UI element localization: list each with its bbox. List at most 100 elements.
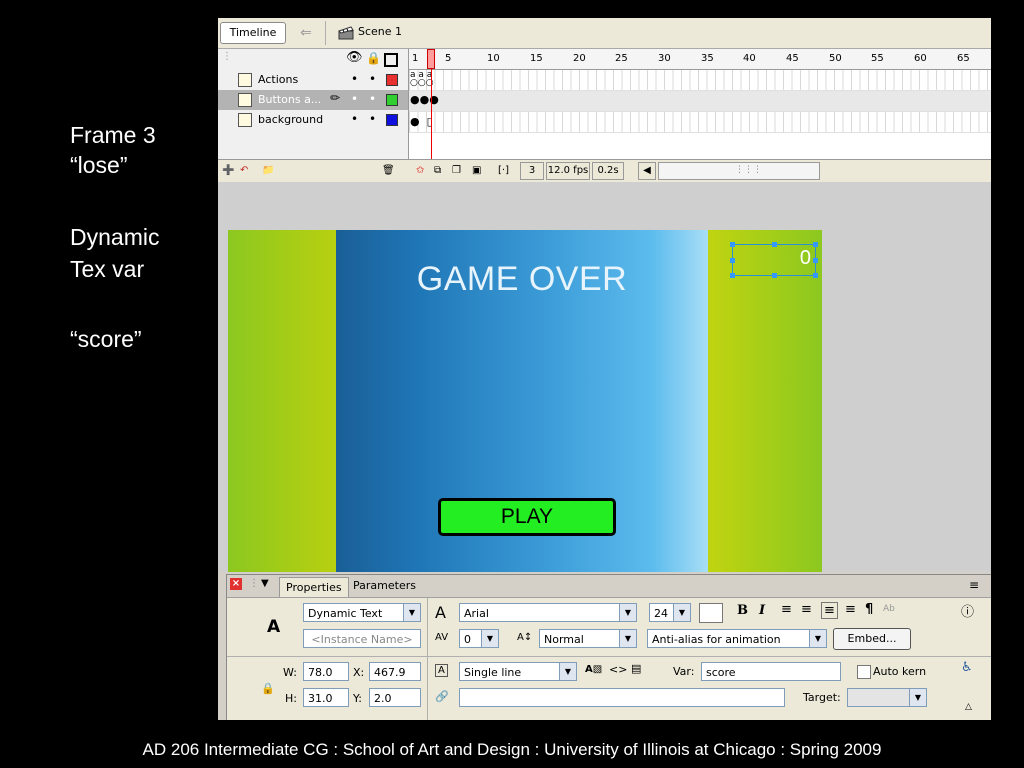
width-field[interactable]: 78.0	[303, 662, 349, 681]
line-type-select[interactable]: Single line ▼	[459, 662, 577, 681]
html-render-icon[interactable]: <>	[609, 663, 627, 676]
letter-spacing-select[interactable]: 0 ▼	[459, 629, 499, 648]
playhead[interactable]	[427, 49, 435, 69]
note-frame: Frame 3	[70, 122, 156, 148]
add-layer-icon[interactable]: ➕	[222, 163, 234, 178]
score-text-field[interactable]: 0	[730, 242, 818, 278]
add-folder-icon[interactable]: 📁	[262, 163, 274, 178]
trash-icon[interactable]: 🗑	[382, 163, 395, 178]
font-select[interactable]: Arial ▼	[459, 603, 637, 622]
font-size-value: 24	[654, 607, 668, 620]
grip-icon[interactable]: ⋮	[222, 51, 232, 62]
selectable-icon[interactable]: A▧	[585, 664, 602, 675]
selection-handle[interactable]	[772, 273, 777, 278]
note-score: “score”	[70, 326, 142, 352]
help-icon[interactable]: ⓘ	[961, 601, 974, 620]
lock-icon[interactable]: 🔒	[366, 51, 381, 65]
chevron-down-icon: ▼	[619, 604, 636, 621]
center-frame-icon[interactable]: ✩	[416, 163, 424, 178]
onion-markers-icon[interactable]: [·]	[498, 163, 509, 178]
play-button[interactable]: PLAY	[438, 498, 616, 536]
onion-skin-icon[interactable]: ⧉	[434, 163, 441, 178]
scroll-left-icon[interactable]: ◀	[638, 162, 656, 180]
timeline-scrollbar[interactable]: ⋮⋮⋮	[658, 162, 820, 180]
letter-spacing-icon: A​V	[435, 632, 449, 643]
y-field[interactable]: 2.0	[369, 688, 421, 707]
tab-parameters[interactable]: Parameters	[353, 579, 416, 592]
layer-color-swatch[interactable]	[386, 94, 398, 106]
frames-grid[interactable]: 1 5 10 15 20 25 30 35 40 45 50 55 60 65 …	[408, 49, 991, 159]
expand-icon[interactable]: △	[965, 702, 972, 712]
selection-handle[interactable]	[730, 258, 735, 263]
selection-handle[interactable]	[730, 242, 735, 247]
scene-label[interactable]: Scene 1	[358, 25, 402, 38]
italic-icon[interactable]: I	[759, 603, 765, 618]
slide-footer: AD 206 Intermediate CG : School of Art a…	[142, 740, 882, 759]
onion-outline-icon[interactable]: ❐	[452, 163, 461, 178]
align-right-icon[interactable]: ≡	[821, 602, 838, 619]
back-arrow-icon[interactable]: ⇐	[295, 24, 317, 42]
justify-icon[interactable]: ≡	[845, 602, 856, 617]
stage[interactable]: GAME OVER PLAY 0	[228, 230, 822, 572]
layer-row-background[interactable]: background • •	[218, 110, 408, 130]
align-left-icon[interactable]: ≡	[781, 602, 792, 617]
bold-icon[interactable]: B	[737, 603, 748, 618]
tab-properties[interactable]: Properties	[279, 577, 349, 597]
character-position-select[interactable]: Normal ▼	[539, 629, 637, 648]
selection-handle[interactable]	[813, 258, 818, 263]
flash-window: Timeline ⇐ Scene 1 ⋮ 👁 🔒 Actions • • But…	[218, 18, 991, 720]
layer-row-buttons[interactable]: Buttons a... ✏ • •	[218, 90, 408, 110]
frame-row-background[interactable]: ● ▯	[409, 112, 991, 133]
anti-alias-value: Anti-alias for animation	[652, 633, 781, 646]
x-field[interactable]: 467.9	[369, 662, 421, 681]
ruler-tick: 15	[530, 53, 543, 64]
anti-alias-select[interactable]: Anti-alias for animation ▼	[647, 629, 827, 648]
chevron-down-icon: ▼	[909, 689, 926, 706]
text-direction-icon[interactable]: Ab	[883, 604, 895, 614]
frame-ruler[interactable]: 1 5 10 15 20 25 30 35 40 45 50 55 60 65	[409, 49, 991, 70]
visibility-dot: •	[351, 92, 359, 106]
text-type-select[interactable]: Dynamic Text ▼	[303, 603, 421, 622]
ruler-tick: 55	[871, 53, 884, 64]
lock-icon[interactable]: 🔒	[261, 682, 275, 695]
border-icon[interactable]: ▤	[631, 662, 641, 675]
paragraph-icon[interactable]: ¶	[865, 602, 873, 617]
add-motion-guide-icon[interactable]: ↶	[240, 163, 248, 178]
chevron-down-icon: ▼	[619, 630, 636, 647]
frame-row-actions[interactable]: a a a ○○○	[409, 70, 991, 91]
target-select[interactable]: ▼	[847, 688, 927, 707]
selection-handle[interactable]	[730, 273, 735, 278]
properties-panel: × ⋮ ▼ Properties Parameters ≡ A Dynamic …	[226, 574, 991, 720]
var-input[interactable]: score	[701, 662, 841, 681]
layer-color-swatch[interactable]	[386, 74, 398, 86]
eye-icon[interactable]: 👁	[346, 50, 363, 65]
url-link-input[interactable]	[459, 688, 785, 707]
font-size-select[interactable]: 24 ▼	[649, 603, 691, 622]
edit-multiple-icon[interactable]: ▣	[472, 163, 481, 178]
embed-button[interactable]: Embed...	[833, 628, 911, 650]
layer-color-swatch[interactable]	[386, 114, 398, 126]
timeline-tab[interactable]: Timeline	[220, 22, 286, 44]
ruler-tick: 45	[786, 53, 799, 64]
keyframe-icon[interactable]: ●●●	[410, 93, 439, 106]
outline-icon[interactable]	[384, 53, 398, 67]
frame-rate[interactable]: 12.0 fps	[546, 162, 590, 180]
text-color-swatch[interactable]	[699, 603, 723, 623]
instance-name-input[interactable]: <Instance Name>	[303, 629, 421, 648]
grip-icon[interactable]: ⋮	[249, 578, 259, 589]
keyframe-icon[interactable]: ● ▯	[410, 115, 433, 128]
accessibility-icon[interactable]: ♿	[961, 660, 973, 675]
options-menu-icon[interactable]: ≡	[969, 578, 979, 592]
selection-handle[interactable]	[813, 242, 818, 247]
selection-handle[interactable]	[813, 273, 818, 278]
target-label: Target:	[803, 691, 841, 704]
height-field[interactable]: 31.0	[303, 688, 349, 707]
auto-kern-checkbox[interactable]	[857, 665, 871, 679]
close-icon[interactable]: ×	[230, 578, 242, 590]
layer-row-actions[interactable]: Actions • •	[218, 70, 408, 90]
frame-row-buttons[interactable]: ●●●	[409, 91, 991, 112]
ruler-tick: 20	[573, 53, 586, 64]
collapse-arrow-icon[interactable]: ▼	[261, 578, 269, 589]
selection-handle[interactable]	[772, 242, 777, 247]
align-center-icon[interactable]: ≡	[801, 602, 812, 617]
